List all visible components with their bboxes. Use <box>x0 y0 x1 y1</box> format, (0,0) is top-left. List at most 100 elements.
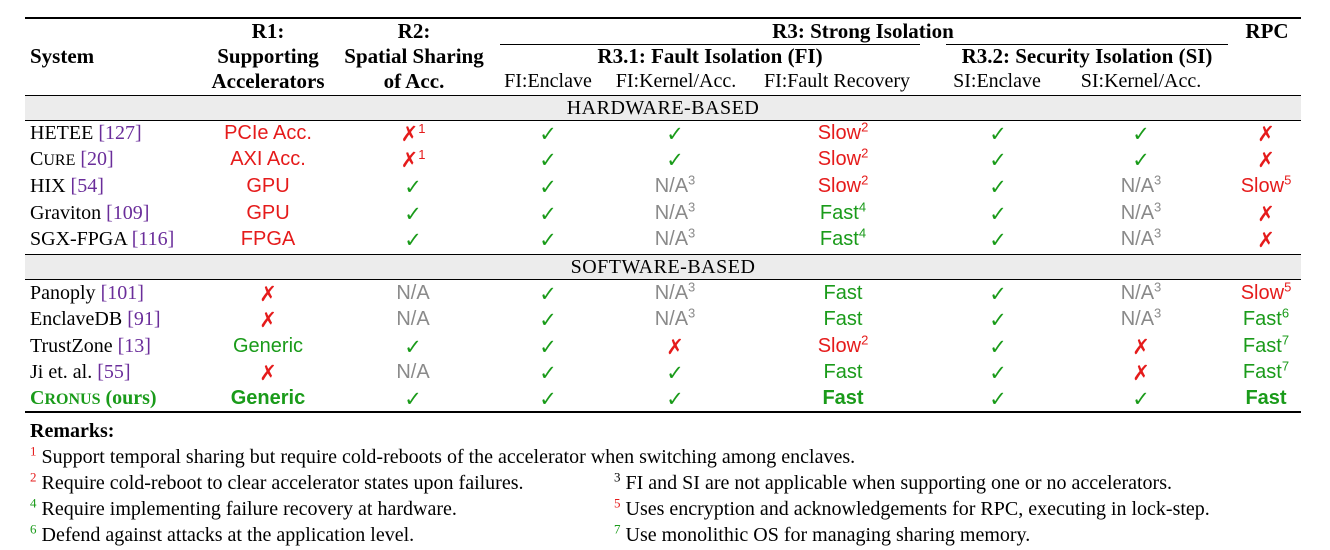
cell-fik: N/A3 <box>654 305 696 330</box>
cell-rpc: ✗ <box>1257 202 1275 226</box>
header-r1-line3: Accelerators <box>211 69 325 93</box>
citation-link[interactable]: [109] <box>106 202 149 224</box>
system-label: CURE <box>30 148 76 170</box>
cell-sie: ✓ <box>989 175 1007 199</box>
remark-text: Support temporal sharing but require col… <box>36 446 856 468</box>
section-software: SOFTWARE-BASED <box>570 256 756 278</box>
cell-sie: ✓ <box>989 148 1007 172</box>
cell-sie: ✓ <box>989 361 1007 385</box>
cell-r1: ✗ <box>259 361 277 385</box>
cell-fir: Fast <box>823 361 863 383</box>
cell-fir: Slow2 <box>817 145 869 170</box>
header-si-kernel: SI:Kernel/Acc. <box>1080 70 1202 92</box>
remark-text: Require cold-reboot to clear accelerator… <box>36 472 524 494</box>
cell-r1: GPU <box>246 202 290 224</box>
cell-sie: ✓ <box>989 282 1007 306</box>
system-label: Panoply <box>30 282 96 304</box>
cell-sie: ✓ <box>989 202 1007 226</box>
cell-rpc: Slow5 <box>1240 279 1292 304</box>
cell-r1: FPGA <box>240 228 296 250</box>
remark-text: Uses encryption and acknowledgements for… <box>620 498 1210 520</box>
citation-link[interactable]: [101] <box>101 282 144 304</box>
header-r31: R3.1: Fault Isolation (FI) <box>597 44 823 68</box>
remark-item: 1 Support temporal sharing but require c… <box>30 444 856 469</box>
remarks-title: Remarks: <box>30 420 115 442</box>
remark-text: Defend against attacks at the applicatio… <box>36 524 415 546</box>
header-r2-line2: Spatial Sharing <box>344 44 484 68</box>
system-name: SGX-FPGA [116] <box>30 228 174 251</box>
system-name: HIX [54] <box>30 175 104 198</box>
remark-item: 6 Defend against attacks at the applicat… <box>30 522 415 547</box>
cell-r1: Generic <box>232 335 304 357</box>
system-label: SGX-FPGA <box>30 228 127 250</box>
citation-link[interactable]: [54] <box>71 175 104 197</box>
cell-rpc: Slow5 <box>1240 172 1292 197</box>
system-label: TrustZone <box>30 335 113 357</box>
header-si-enclave: SI:Enclave <box>953 70 1041 92</box>
cell-fik: ✓ <box>666 361 684 385</box>
system-name: HETEE [127] <box>30 122 142 145</box>
system-label: HIX <box>30 175 66 197</box>
cell-rpc: ✗ <box>1257 122 1275 146</box>
cell-fir: Slow2 <box>817 172 869 197</box>
system-name: CURE [20] <box>30 148 114 171</box>
system-label: Graviton <box>30 202 102 224</box>
system-name: Graviton [109] <box>30 202 149 225</box>
citation-link[interactable]: [13] <box>118 335 151 357</box>
cell-fir: Fast4 <box>819 225 867 250</box>
cell-rpc: ✗ <box>1257 148 1275 172</box>
remark-item: 4 Require implementing failure recovery … <box>30 496 457 521</box>
cell-fir: Fast <box>823 282 863 304</box>
cell-sie: ✓ <box>989 228 1007 252</box>
cell-r1: AXI Acc. <box>230 148 306 170</box>
software-rule <box>25 279 1301 280</box>
cell-fir: Slow2 <box>817 119 869 144</box>
cell-r1: Generic <box>230 387 306 409</box>
citation-link[interactable]: [55] <box>97 361 130 383</box>
remark-item: 3 FI and SI are not applicable when supp… <box>614 470 1172 495</box>
system-name: CRONUS (ours) <box>30 387 157 410</box>
section-hardware: HARDWARE-BASED <box>566 97 760 119</box>
header-fi-kernel: FI:Kernel/Acc. <box>615 70 737 92</box>
system-label: CRONUS (ours) <box>30 387 157 409</box>
system-name: Panoply [101] <box>30 282 144 305</box>
cell-sie: ✓ <box>989 387 1007 411</box>
header-fi-enclave: FI:Enclave <box>504 70 592 92</box>
system-label: HETEE <box>30 122 94 144</box>
hardware-rule <box>25 120 1301 121</box>
cell-r1: ✗ <box>259 308 277 332</box>
cell-fik: N/A3 <box>654 172 696 197</box>
system-label: Ji et. al. <box>30 361 93 383</box>
cell-r1: GPU <box>246 175 290 197</box>
remark-text: Use monolithic OS for managing sharing m… <box>620 524 1031 546</box>
cell-fik: ✓ <box>666 122 684 146</box>
header-r3: R3: Strong Isolation <box>772 19 954 43</box>
cell-rpc: Fast <box>1245 387 1287 409</box>
header-rpc: RPC <box>1245 19 1289 43</box>
system-name: EnclaveDB [91] <box>30 308 161 331</box>
remark-item: 7 Use monolithic OS for managing sharing… <box>614 522 1031 547</box>
citation-link[interactable]: [20] <box>80 148 113 170</box>
cell-fir: Fast <box>822 387 864 409</box>
cell-fik: N/A3 <box>654 279 696 304</box>
header-system: System <box>30 44 95 68</box>
citation-link[interactable]: [127] <box>98 122 141 144</box>
header-r32: R3.2: Security Isolation (SI) <box>961 44 1213 68</box>
citation-link[interactable]: [91] <box>127 308 160 330</box>
cell-r1: PCIe Acc. <box>224 122 312 144</box>
cell-sie: ✓ <box>989 122 1007 146</box>
system-name: Ji et. al. [55] <box>30 361 131 384</box>
cell-fir: Fast4 <box>819 199 867 224</box>
cell-sie: ✓ <box>989 335 1007 359</box>
remark-text: FI and SI are not applicable when suppor… <box>620 472 1172 494</box>
system-name: TrustZone [13] <box>30 335 151 358</box>
header-r2-line1: R2: <box>397 19 431 43</box>
header-r2-line3: of Acc. <box>383 69 445 93</box>
remark-item: 5 Uses encryption and acknowledgements f… <box>614 496 1210 521</box>
citation-link[interactable]: [116] <box>132 228 175 250</box>
header-r1-line1: R1: <box>251 19 285 43</box>
cell-sie: ✓ <box>989 308 1007 332</box>
cell-r1: ✗ <box>259 282 277 306</box>
cell-fir: Fast <box>823 308 863 330</box>
cell-fik: ✗ <box>666 335 684 359</box>
